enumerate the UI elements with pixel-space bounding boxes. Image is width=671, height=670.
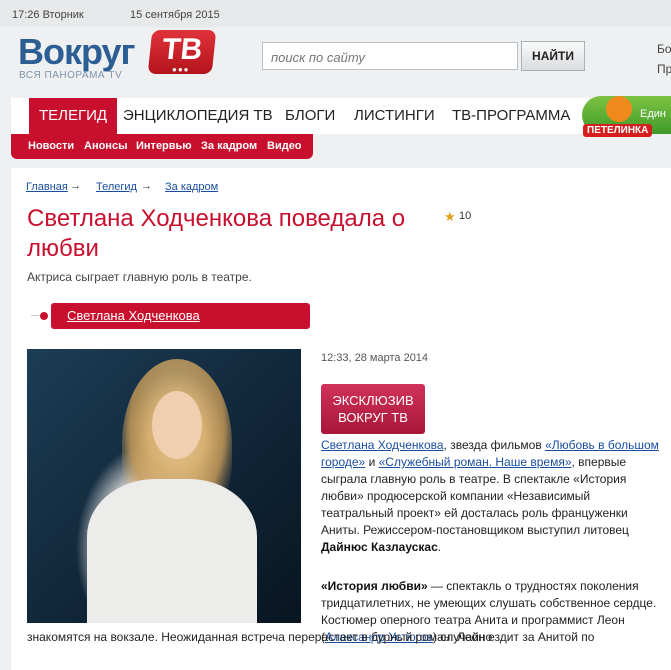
header-right-link[interactable]: Пр (657, 62, 671, 76)
photo-body (87, 479, 257, 623)
article-lead: Актриса сыграет главную роль в театре. (27, 270, 252, 284)
arrow-right-icon: → (141, 180, 152, 192)
breadcrumb-link[interactable]: Телегид (96, 181, 137, 193)
search-box (262, 42, 518, 70)
search-button[interactable]: НАЙТИ (521, 41, 585, 71)
site-header: Вокруг ВСЯ ПАНОРАМА TV ТВ ●●● НАЙТИ Бо П… (0, 27, 671, 91)
breadcrumb-link[interactable]: Главная (26, 181, 68, 193)
nav-item-tv-program[interactable]: ТВ-ПРОГРАММА (452, 98, 570, 134)
logo-word: Вокруг (18, 31, 136, 72)
star-icon: ★ (444, 209, 456, 224)
article-paragraph-continued: знакомятся на вокзале. Неожиданная встре… (27, 630, 595, 644)
nav-item-listings[interactable]: ЛИСТИНГИ (354, 98, 435, 134)
nav-item-encyclopedia[interactable]: ЭНЦИКЛОПЕДИЯ ТВ (123, 98, 273, 134)
logo-dots-icon: ●●● (172, 65, 190, 74)
logo-subtitle: ВСЯ ПАНОРАМА TV (19, 70, 123, 81)
person-tag-link[interactable]: Светлана Ходченкова (67, 308, 200, 323)
header-right-link[interactable]: Бо (657, 42, 671, 56)
nav-item-telegid[interactable]: ТЕЛЕГИД (29, 98, 118, 134)
current-date: 15 сентября 2015 (130, 9, 220, 21)
top-info-bar: 17:26 Вторник 15 сентября 2015 (0, 0, 671, 27)
main-nav: ТЕЛЕГИД ЭНЦИКЛОПЕДИЯ ТВ БЛОГИ ЛИСТИНГИ Т… (11, 98, 589, 134)
text: и (365, 455, 379, 469)
article-panel: Главная → Телегид → За кадром Светлана Х… (11, 168, 671, 670)
exclusive-line: ЭКСКЛЮЗИВ (332, 393, 414, 408)
subnav-item-announcements[interactable]: Анонсы (84, 140, 127, 152)
publish-date: 12:33, 28 марта 2014 (321, 352, 429, 364)
article-paragraph: Светлана Ходченкова, звезда фильмов «Люб… (321, 437, 663, 556)
nav-item-blogs[interactable]: БЛОГИ (285, 98, 335, 134)
exclusive-badge: ЭКСКЛЮЗИВ ВОКРУГ ТВ (321, 384, 425, 434)
current-time: 17:26 Вторник (12, 9, 84, 21)
play-title: «История любви» (321, 579, 428, 593)
subnav-item-behind-scenes[interactable]: За кадром (201, 140, 257, 152)
article-photo[interactable] (27, 349, 301, 623)
breadcrumb-link[interactable]: За кадром (165, 181, 218, 193)
subnav-item-interviews[interactable]: Интервью (136, 140, 192, 152)
person-link[interactable]: Светлана Ходченкова (321, 438, 444, 452)
exclusive-line: ВОКРУГ ТВ (338, 410, 408, 425)
subnav-item-news[interactable]: Новости (28, 140, 74, 152)
person-tag: Светлана Ходченкова (51, 303, 310, 329)
text: . (437, 540, 442, 554)
rooster-icon (606, 96, 632, 122)
film-link[interactable]: «Служебный роман. Наше время» (379, 455, 572, 469)
director-name: Дайнюс Казлаускас (321, 540, 438, 554)
sub-nav: Новости Анонсы Интервью За кадром Видео (11, 134, 313, 159)
photo-face (152, 391, 202, 459)
search-input[interactable] (269, 44, 513, 70)
subnav-item-video[interactable]: Видео (267, 140, 302, 152)
promo-text: Един (640, 108, 666, 120)
arrow-right-icon: → (70, 180, 81, 192)
tag-bullet-icon (39, 311, 49, 321)
promo-label[interactable]: ПЕТЕЛИНКА (583, 124, 653, 137)
text: , звезда фильмов (443, 438, 546, 452)
rating-value: 10 (459, 210, 472, 222)
article-title: Светлана Ходченкова поведала о любви (27, 205, 406, 262)
